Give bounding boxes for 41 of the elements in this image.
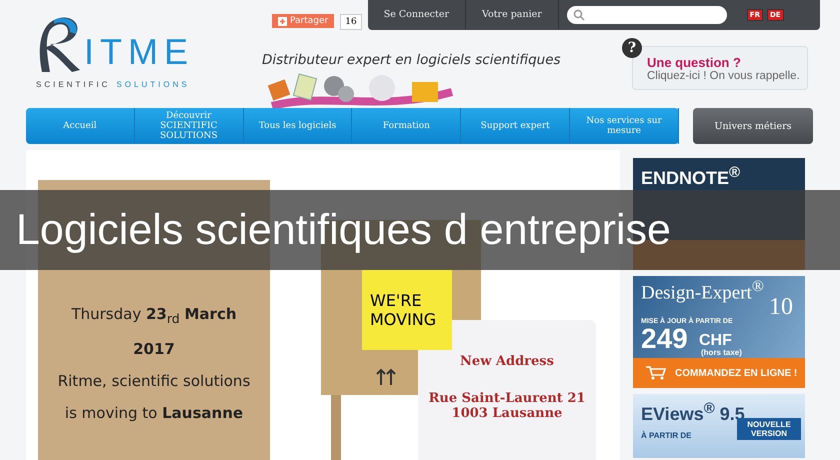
ad-text: CHF (699, 332, 732, 349)
logo-subtitle: SOLUTIONS (116, 80, 190, 89)
nav-item[interactable]: Nos services sur mesure (570, 108, 679, 144)
search-field[interactable] (566, 6, 727, 24)
address-text: Rue Saint-Laurent 21 (428, 391, 586, 406)
note-text: WE'RE (370, 291, 423, 310)
cart-icon (645, 366, 667, 380)
search-icon (572, 9, 585, 21)
nav-item[interactable]: Support expert (461, 108, 570, 144)
ad-version: 10 (769, 294, 793, 321)
ad-text: 249 (641, 325, 688, 354)
note-text: MOVING (370, 310, 438, 329)
ad-title: ENDNOTE$^{®}$ (641, 164, 740, 189)
share-count: 16 (340, 14, 362, 30)
tagline: Distributeur expert en logiciels scientifiques (262, 52, 562, 68)
ad-badge: NOUVELLE VERSION (737, 418, 801, 440)
address-text: 1003 Lausanne (452, 406, 562, 421)
callback-text: Cliquez-ici ! On vous rappelle. (647, 70, 801, 82)
share-button[interactable]: Partager (272, 14, 334, 28)
nav-item[interactable]: Tous les logiciels (244, 108, 352, 144)
order-button[interactable]: COMMANDEZ EN LIGNE ! (633, 358, 805, 388)
ad-text: (hors taxe) (701, 348, 742, 357)
nav-button[interactable]: Univers métiers (693, 108, 813, 144)
poster-text: Ritme, scientific solutions (58, 372, 250, 390)
poster-text: Thursday 23$_{rd}$ March (71, 305, 237, 326)
ad-title: Design-Expert$^{®}$ (641, 278, 764, 304)
top-bar-link[interactable]: Se Connecter (368, 0, 466, 30)
sign-title: New Address (460, 354, 554, 369)
nav-item[interactable]: Formation (352, 108, 462, 144)
callback-title: Une question ? (647, 54, 742, 70)
poster-text: is moving to Lausanne (64, 404, 244, 422)
logo-wordmark: ITME (84, 32, 194, 72)
question-icon: ? (622, 38, 642, 58)
nav-item[interactable]: Découvrir SCIENTIFIC SOLUTIONS (134, 108, 244, 144)
ad-text: À PARTIR DE (641, 431, 692, 440)
logo-subtitle: SCIENTIFIC (36, 80, 110, 89)
banner-title: Logiciels scientifiques d entreprise (16, 206, 671, 254)
nav-item[interactable]: Accueil (26, 108, 135, 144)
plus-icon (278, 16, 287, 26)
top-bar-link[interactable]: Votre panier (466, 0, 559, 30)
poster-text: 2017 (133, 340, 175, 358)
